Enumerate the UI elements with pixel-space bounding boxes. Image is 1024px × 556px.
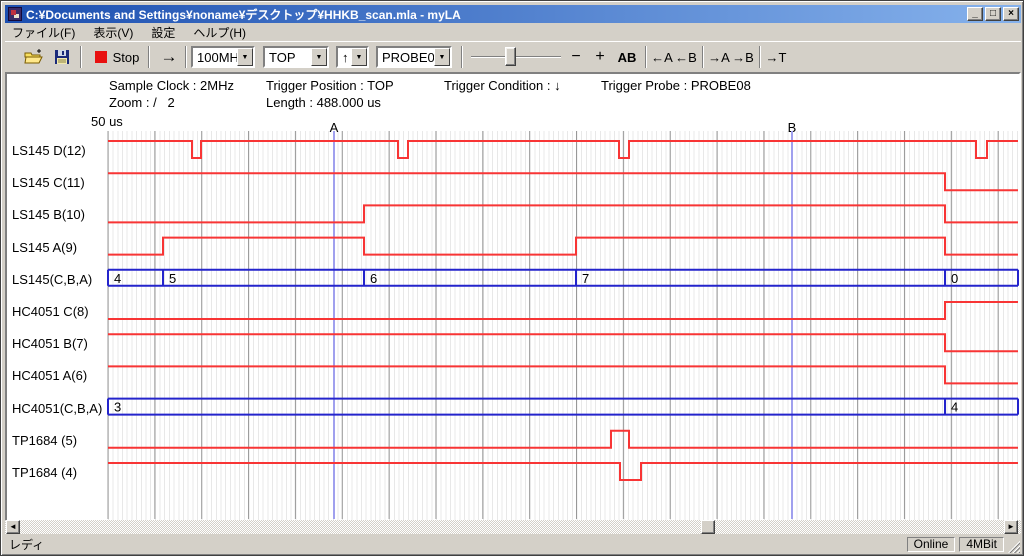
sample-clock-info: Sample Clock : 2MHz bbox=[109, 78, 234, 93]
length-info: Length : 488.000 us bbox=[266, 95, 381, 110]
ab-range-button[interactable]: AB bbox=[613, 45, 641, 69]
menu-bar: ファイル(F)表示(V)設定ヘルプ(H) bbox=[5, 24, 1021, 41]
zoom-slider-thumb[interactable] bbox=[505, 47, 516, 66]
toolbar-separator bbox=[148, 46, 150, 68]
marker-label-B: B bbox=[785, 120, 799, 135]
channel-label-4[interactable]: LS145(C,B,A) bbox=[12, 272, 92, 288]
zoom-out-button[interactable]: − bbox=[565, 45, 587, 69]
channel-label-9[interactable]: TP1684 (5) bbox=[12, 433, 77, 449]
stop-square-icon bbox=[95, 51, 107, 63]
app-window: C:¥Documents and Settings¥noname¥デスクトップ¥… bbox=[0, 0, 1024, 556]
run-arrow-icon: → bbox=[161, 47, 178, 67]
toolbar-separator bbox=[185, 46, 187, 68]
channel-label-5[interactable]: HC4051 C(8) bbox=[12, 304, 89, 320]
title-bar[interactable]: C:¥Documents and Settings¥noname¥デスクトップ¥… bbox=[5, 5, 1021, 23]
app-icon bbox=[8, 7, 22, 21]
channel-label-0[interactable]: LS145 D(12) bbox=[12, 143, 86, 159]
trigger-condition-info: Trigger Condition : ↓ bbox=[444, 78, 561, 93]
scrollbar-thumb[interactable] bbox=[701, 520, 715, 534]
trigger-probe-combo[interactable]: PROBE00 ▼ bbox=[376, 46, 452, 68]
chevron-down-icon[interactable]: ▼ bbox=[351, 48, 367, 66]
resize-grip[interactable] bbox=[1008, 541, 1020, 553]
open-folder-icon bbox=[24, 49, 44, 65]
status-bar: レディ Online 4MBit bbox=[5, 536, 1021, 553]
scroll-left-arrow-icon[interactable]: ◄ bbox=[6, 520, 20, 534]
maximize-button[interactable]: □ bbox=[985, 7, 1001, 21]
channel-label-1[interactable]: LS145 C(11) bbox=[12, 175, 85, 191]
stop-button[interactable]: Stop bbox=[89, 45, 145, 69]
menu-item-3[interactable]: ヘルプ(H) bbox=[186, 23, 253, 42]
toolbar-separator bbox=[645, 46, 647, 68]
toolbar-separator bbox=[702, 46, 704, 68]
goto-trigger-button[interactable]: →T bbox=[763, 45, 789, 69]
toolbar: Stop → 100MHz ▼ TOP ▼ ↑ ▼ PROBE00 ▼ − + … bbox=[5, 41, 1021, 71]
status-message: レディ bbox=[5, 536, 907, 553]
channel-label-6[interactable]: HC4051 B(7) bbox=[12, 336, 88, 352]
stop-label: Stop bbox=[113, 50, 140, 65]
zoom-info: Zoom : / 2 bbox=[109, 95, 175, 110]
toolbar-separator bbox=[461, 46, 463, 68]
sample-clock-combo[interactable]: 100MHz ▼ bbox=[191, 46, 255, 68]
goto-marker-a-button[interactable]: ←A bbox=[649, 45, 675, 69]
memory-status-badge: 4MBit bbox=[959, 537, 1004, 552]
toolbar-separator bbox=[759, 46, 761, 68]
trigger-position-info: Trigger Position : TOP bbox=[266, 78, 394, 93]
trigger-edge-combo[interactable]: ↑ ▼ bbox=[336, 46, 369, 68]
channel-label-2[interactable]: LS145 B(10) bbox=[12, 207, 85, 223]
zoom-in-button[interactable]: + bbox=[589, 45, 611, 69]
trigger-probe-value: PROBE00 bbox=[378, 50, 434, 65]
time-scale-label: 50 us bbox=[91, 114, 123, 129]
save-floppy-icon bbox=[54, 49, 70, 65]
chevron-down-icon[interactable]: ▼ bbox=[311, 48, 327, 66]
window-title: C:¥Documents and Settings¥noname¥デスクトップ¥… bbox=[26, 6, 963, 23]
set-marker-a-button[interactable]: →A bbox=[706, 45, 732, 69]
online-status-badge: Online bbox=[907, 537, 956, 552]
scroll-right-arrow-icon[interactable]: ► bbox=[1004, 520, 1018, 534]
save-file-button[interactable] bbox=[49, 45, 75, 69]
minimize-button[interactable]: _ bbox=[967, 7, 983, 21]
waveform-grid[interactable] bbox=[108, 131, 1019, 520]
channel-label-8[interactable]: HC4051(C,B,A) bbox=[12, 401, 102, 417]
channel-label-10[interactable]: TP1684 (4) bbox=[12, 465, 77, 481]
menu-item-1[interactable]: 表示(V) bbox=[86, 23, 140, 42]
channel-label-3[interactable]: LS145 A(9) bbox=[12, 240, 77, 256]
chevron-down-icon[interactable]: ▼ bbox=[237, 48, 253, 66]
toolbar-separator bbox=[80, 46, 82, 68]
open-file-button[interactable] bbox=[21, 45, 47, 69]
trigger-probe-info: Trigger Probe : PROBE08 bbox=[601, 78, 751, 93]
channel-label-7[interactable]: HC4051 A(6) bbox=[12, 368, 87, 384]
set-marker-b-button[interactable]: →B bbox=[730, 45, 756, 69]
chevron-down-icon[interactable]: ▼ bbox=[434, 48, 450, 66]
close-button[interactable]: × bbox=[1003, 7, 1019, 21]
zoom-slider-track[interactable] bbox=[471, 56, 561, 58]
trigger-position-combo[interactable]: TOP ▼ bbox=[263, 46, 329, 68]
run-button[interactable]: → bbox=[155, 45, 183, 69]
goto-marker-b-button[interactable]: ←B bbox=[673, 45, 699, 69]
menu-item-2[interactable]: 設定 bbox=[144, 23, 182, 42]
horizontal-scrollbar[interactable]: ◄ ► bbox=[5, 520, 1021, 534]
marker-label-A: A bbox=[327, 120, 341, 135]
menu-item-0[interactable]: ファイル(F) bbox=[5, 23, 82, 42]
sample-clock-value: 100MHz bbox=[193, 50, 237, 65]
trigger-position-value: TOP bbox=[265, 50, 311, 65]
trigger-edge-value: ↑ bbox=[338, 50, 351, 65]
